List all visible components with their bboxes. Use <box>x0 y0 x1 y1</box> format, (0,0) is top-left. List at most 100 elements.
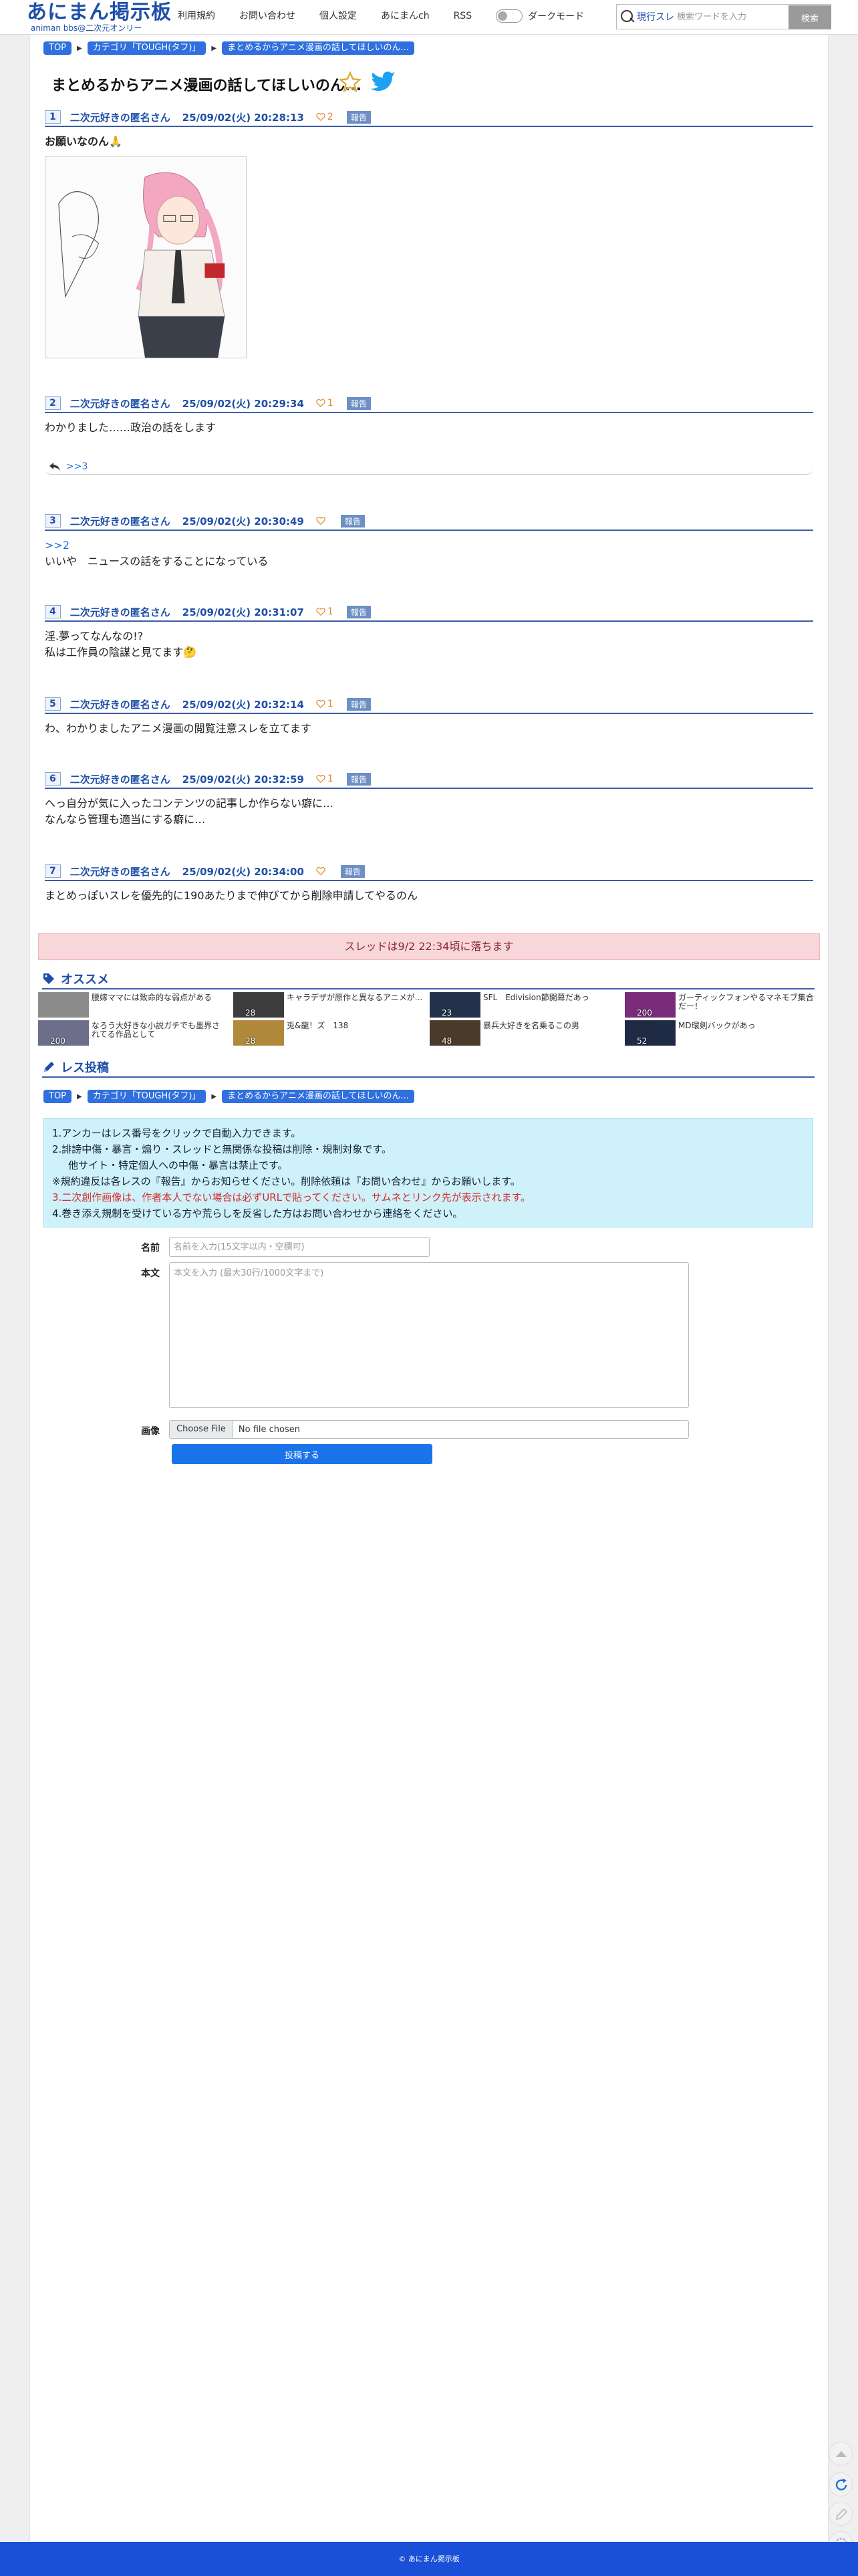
report-button[interactable]: 報告 <box>346 396 371 410</box>
recommend-item[interactable]: 腰嫁ママには致命的な弱点がある <box>38 992 233 1018</box>
post-number[interactable]: 2 <box>45 396 61 410</box>
search-scope-select[interactable]: 現行スレ <box>637 10 677 23</box>
nav-settings[interactable]: 個人設定 <box>319 9 357 23</box>
recommend-title: オススメ <box>61 973 109 987</box>
nav-contact[interactable]: お問い合わせ <box>239 9 295 23</box>
heart-icon <box>316 517 325 525</box>
post-3: 3 二次元好きの匿名さん 25/09/02(火) 20:30:49 報告 >>2… <box>45 512 813 570</box>
like-count: 1 <box>327 774 333 784</box>
heart-icon <box>316 867 325 875</box>
post-2: 2 二次元好きの匿名さん 25/09/02(火) 20:29:34 1 報告 わ… <box>45 394 813 436</box>
recommend-grid: 腰嫁ママには致命的な弱点がある 28 キャラデザが原作と異なるアニメが... 2… <box>38 992 820 1048</box>
choose-file-button[interactable]: Choose File <box>170 1421 233 1438</box>
dark-mode-toggle[interactable] <box>496 9 523 23</box>
rule-line: 1.アンカーはレス番号をクリックで自動入力できます。 <box>52 1127 301 1139</box>
breadcrumb-bottom: TOP ▶ カテゴリ「TOUGH(タフ)」 ▶ まとめるからアニメ漫画の話してほ… <box>43 1090 414 1103</box>
breadcrumb-separator-icon: ▶ <box>211 1092 217 1100</box>
rule-line: 他サイト・特定個人への中傷・暴言は禁止です。 <box>68 1159 288 1171</box>
recommend-title-text: キャラデザが原作と異なるアニメが... <box>287 993 423 1002</box>
recommend-title-text: ガーティックフォンやるマネモブ集合だー！ <box>678 993 814 1011</box>
post-text: お願いなのん🙏 <box>45 135 122 148</box>
post-number[interactable]: 4 <box>45 605 61 618</box>
dark-mode-label: ダークモード <box>528 11 585 22</box>
report-button[interactable]: 報告 <box>340 514 365 528</box>
anchor-link[interactable]: >>2 <box>45 538 813 554</box>
reload-button[interactable] <box>829 2472 853 2496</box>
post-text: いいや ニュースの話をすることになっている <box>45 555 269 568</box>
recommend-title-text: 暴兵大好きを名乗るこの男 <box>483 1021 580 1030</box>
image-file-input[interactable]: Choose File No file chosen <box>169 1420 689 1439</box>
post-date: 25/09/02(火) 20:28:13 <box>182 111 304 124</box>
recommend-item[interactable]: 23 SFL Edivision節開幕だあっ <box>430 992 625 1018</box>
scroll-top-button[interactable] <box>829 2442 853 2466</box>
body-label: 本文 <box>141 1268 160 1279</box>
like-button[interactable]: 1 <box>316 606 333 617</box>
like-button[interactable] <box>316 517 327 525</box>
post-number[interactable]: 5 <box>45 697 61 711</box>
nav-terms[interactable]: 利用規約 <box>178 9 215 23</box>
nav-rss[interactable]: RSS <box>454 9 472 23</box>
post-header: 3 二次元好きの匿名さん 25/09/02(火) 20:30:49 報告 <box>45 512 813 531</box>
like-button[interactable]: 1 <box>316 699 333 709</box>
post-header: 5 二次元好きの匿名さん 25/09/02(火) 20:32:14 1 報告 <box>45 695 813 714</box>
like-button[interactable]: 1 <box>316 774 333 784</box>
like-count: 2 <box>327 112 333 122</box>
favorite-star-icon[interactable] <box>339 71 362 94</box>
post-image[interactable] <box>45 156 247 358</box>
poster-name: 二次元好きの匿名さん <box>69 773 170 786</box>
logo-subtitle: animan bbs@二次元オンリー <box>31 23 142 33</box>
post-date: 25/09/02(火) 20:34:00 <box>182 865 304 878</box>
heart-icon <box>316 113 325 121</box>
breadcrumb-thread[interactable]: まとめるからアニメ漫画の話してほしいのん... <box>222 41 414 55</box>
post-number[interactable]: 3 <box>45 514 61 528</box>
recommend-item[interactable]: 200 ガーティックフォンやるマネモブ集合だー！ <box>625 992 820 1018</box>
post-text: 淫.夢ってなんなの!? <box>45 630 144 642</box>
report-button[interactable]: 報告 <box>346 772 371 786</box>
breadcrumb-top[interactable]: TOP <box>43 1090 72 1103</box>
recommend-item[interactable]: 28 兎&龍！ズ 138 <box>233 1020 428 1046</box>
post-body: へっ自分が気に入ったコンテンツの記事しか作らない癖に… なんなら管理も適当にする… <box>45 789 813 828</box>
report-button[interactable]: 報告 <box>346 605 371 618</box>
post-number[interactable]: 1 <box>45 110 61 124</box>
breadcrumb-top[interactable]: TOP <box>43 41 72 55</box>
tag-icon <box>43 973 54 984</box>
post-form-title: レス投稿 <box>61 1061 109 1075</box>
breadcrumb-thread[interactable]: まとめるからアニメ漫画の話してほしいのん... <box>222 1090 414 1103</box>
search-input[interactable] <box>677 11 777 22</box>
breadcrumb-separator-icon: ▶ <box>211 44 217 52</box>
breadcrumb-category[interactable]: カテゴリ「TOUGH(タフ)」 <box>87 1090 206 1103</box>
search-button[interactable]: 検索 <box>789 5 831 29</box>
post-header: 1 二次元好きの匿名さん 25/09/02(火) 20:28:13 2 報告 <box>45 108 813 127</box>
image-label: 画像 <box>141 1426 160 1437</box>
recommend-title-text: 腰嫁ママには致命的な弱点がある <box>92 993 212 1002</box>
report-button[interactable]: 報告 <box>340 864 365 878</box>
site-logo[interactable]: あにまん掲示板 animan bbs@二次元オンリー <box>27 1 172 33</box>
nav-animanch[interactable]: あにまんch <box>381 9 430 23</box>
recommend-item[interactable]: 200 なろう大好きな小説ガチでも墨界されてる作品として <box>38 1020 233 1046</box>
recommend-item[interactable]: 52 MD環剣バックがあっ <box>625 1020 820 1046</box>
report-button[interactable]: 報告 <box>346 110 371 124</box>
site-footer: © あにまん掲示板 <box>0 2542 858 2576</box>
recommend-reply-count: 200 <box>50 1036 65 1046</box>
twitter-share-icon[interactable] <box>371 71 396 94</box>
recommend-reply-count: 200 <box>637 1008 652 1018</box>
breadcrumb-category[interactable]: カテゴリ「TOUGH(タフ)」 <box>87 41 206 55</box>
recommend-item[interactable]: 48 暴兵大好きを名乗るこの男 <box>430 1020 625 1046</box>
submit-post-button[interactable]: 投稿する <box>172 1444 432 1464</box>
like-button[interactable]: 2 <box>316 112 333 122</box>
like-button[interactable] <box>316 867 327 875</box>
like-button[interactable]: 1 <box>316 398 333 408</box>
recommend-header: オススメ <box>42 969 815 989</box>
write-button[interactable] <box>829 2502 853 2526</box>
body-textarea[interactable] <box>169 1262 689 1408</box>
report-button[interactable]: 報告 <box>346 697 371 711</box>
recommend-thumbnail: 52 <box>625 1020 676 1046</box>
post-number[interactable]: 7 <box>45 864 61 878</box>
post-header: 4 二次元好きの匿名さん 25/09/02(火) 20:31:07 1 報告 <box>45 603 813 622</box>
reply-anchor-link[interactable]: >>3 <box>66 461 88 472</box>
post-body: わかりました……政治の話をします <box>45 413 813 436</box>
name-input[interactable] <box>169 1237 430 1257</box>
recommend-item[interactable]: 28 キャラデザが原作と異なるアニメが... <box>233 992 428 1018</box>
recommend-reply-count: 23 <box>442 1008 452 1018</box>
post-number[interactable]: 6 <box>45 772 61 786</box>
